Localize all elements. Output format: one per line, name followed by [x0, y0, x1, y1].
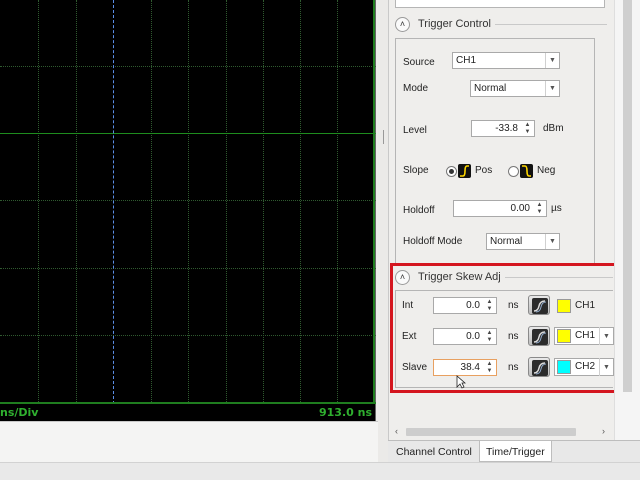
tab-label: Channel Control: [396, 446, 472, 458]
chevron-down-icon[interactable]: ▼: [545, 234, 559, 249]
spin-arrows-icon[interactable]: ▲ ▼: [522, 122, 533, 135]
slope-neg-radio[interactable]: [508, 166, 519, 177]
highlight-box: [390, 263, 626, 393]
holdoff-value: 0.00: [510, 203, 530, 214]
grid-line: [300, 0, 301, 404]
scroll-thumb[interactable]: [623, 0, 632, 392]
holdoff-mode-label: Holdoff Mode: [403, 236, 463, 247]
status-strip: [0, 462, 640, 480]
scroll-thumb[interactable]: [406, 428, 576, 436]
panel-tabs: Channel Control Time/Trigger: [388, 440, 640, 462]
tab-channel-control[interactable]: Channel Control: [390, 441, 478, 462]
panel-splitter[interactable]: [378, 0, 388, 462]
falling-edge-icon: [520, 164, 533, 178]
holdoff-mode-value: Normal: [490, 236, 523, 247]
tab-time-trigger[interactable]: Time/Trigger: [479, 441, 552, 462]
center-axis: [0, 133, 376, 134]
source-label: Source: [403, 57, 435, 68]
level-value: -33.8: [495, 123, 518, 134]
mode-value: Normal: [474, 83, 507, 94]
scope-grid: [0, 0, 376, 404]
spin-arrows-icon[interactable]: ▲ ▼: [534, 202, 545, 215]
time-per-div-label: ns/Div: [0, 406, 39, 419]
grid-line: [0, 200, 376, 201]
level-label: Level: [403, 125, 427, 136]
splitter-grip[interactable]: [383, 130, 384, 144]
chevron-right-icon[interactable]: ›: [602, 426, 605, 436]
tab-label: Time/Trigger: [486, 446, 545, 458]
scope-footer: ns/Div 913.0 ns: [0, 404, 376, 421]
grid-line: [151, 0, 152, 404]
vertical-scrollbar[interactable]: [614, 0, 640, 440]
slope-pos-label: Pos: [475, 165, 493, 176]
holdoff-unit: µs: [551, 203, 562, 214]
horizontal-scrollbar[interactable]: ‹ ›: [390, 424, 614, 441]
rising-edge-icon: [458, 164, 471, 178]
slope-label: Slope: [403, 165, 429, 176]
section-title: Trigger Control: [418, 18, 491, 30]
trigger-control-box: Source CH1 ▼ Mode Normal ▼ Level -33.8 ▲…: [395, 38, 595, 264]
chevron-down-icon[interactable]: ▼: [545, 81, 559, 96]
scope-display[interactable]: ns/Div 913.0 ns: [0, 0, 376, 421]
slope-pos-radio[interactable]: [446, 166, 457, 177]
chevron-up-icon[interactable]: ˄: [395, 16, 410, 32]
divider: [495, 24, 607, 25]
holdoff-input[interactable]: 0.00 ▲ ▼: [453, 200, 547, 217]
grid-border: [373, 0, 375, 404]
trigger-control-header[interactable]: ˄ Trigger Control: [395, 15, 491, 33]
source-value: CH1: [456, 55, 477, 66]
mode-label: Mode: [403, 83, 429, 94]
source-select[interactable]: CH1 ▼: [452, 52, 560, 69]
grid-line: [263, 0, 264, 404]
holdoff-label: Holdoff: [403, 205, 435, 216]
time-readout: 913.0 ns: [318, 406, 372, 419]
grid-line: [0, 335, 376, 336]
holdoff-mode-select[interactable]: Normal ▼: [486, 233, 560, 250]
slope-neg-label: Neg: [537, 165, 556, 176]
grid-line: [0, 66, 376, 67]
grid-line: [0, 268, 376, 269]
grid-line: [226, 0, 227, 404]
grid-line: [76, 0, 77, 404]
previous-section-box: [395, 0, 605, 8]
chevron-down-icon[interactable]: ▼: [545, 53, 559, 68]
grid-line: [38, 0, 39, 404]
trigger-marker[interactable]: [113, 0, 114, 404]
level-input[interactable]: -33.8 ▲ ▼: [471, 120, 535, 137]
mode-select[interactable]: Normal ▼: [470, 80, 560, 97]
grid-line: [188, 0, 189, 404]
grid-line: [337, 0, 338, 404]
level-unit: dBm: [543, 123, 564, 134]
chevron-left-icon[interactable]: ‹: [395, 426, 398, 436]
